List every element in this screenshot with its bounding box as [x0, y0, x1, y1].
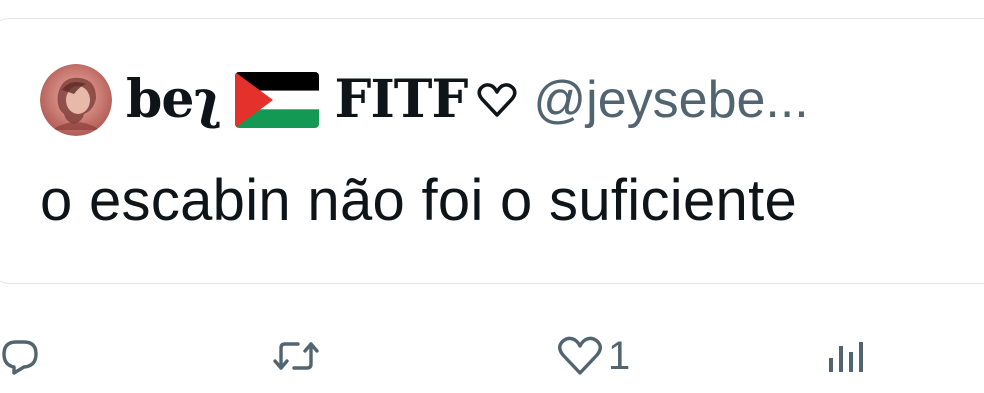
tweet-action-bar: 1 [0, 326, 984, 386]
like-count: 1 [608, 334, 631, 378]
retweet-icon [272, 336, 320, 376]
views-icon [826, 336, 872, 376]
quoted-tweet-author-row: beʅ FITF @jeysebe... [40, 64, 809, 136]
like-icon [556, 335, 604, 377]
avatar[interactable] [40, 64, 112, 136]
heart-outline-icon [477, 82, 517, 118]
palestine-flag-icon [234, 72, 319, 128]
author-display-name-suffix[interactable]: FITF [335, 74, 469, 126]
reply-icon [0, 336, 40, 376]
reply-button[interactable] [0, 326, 40, 386]
quoted-tweet-card[interactable] [0, 18, 984, 284]
quoted-tweet-text: o escabin não foi o suficiente [40, 168, 798, 233]
author-handle[interactable]: @jeysebe... [533, 74, 808, 126]
retweet-button[interactable] [272, 326, 320, 386]
like-button[interactable]: 1 [556, 326, 630, 386]
author-display-name[interactable]: beʅ [126, 74, 222, 126]
views-button[interactable] [826, 326, 872, 386]
